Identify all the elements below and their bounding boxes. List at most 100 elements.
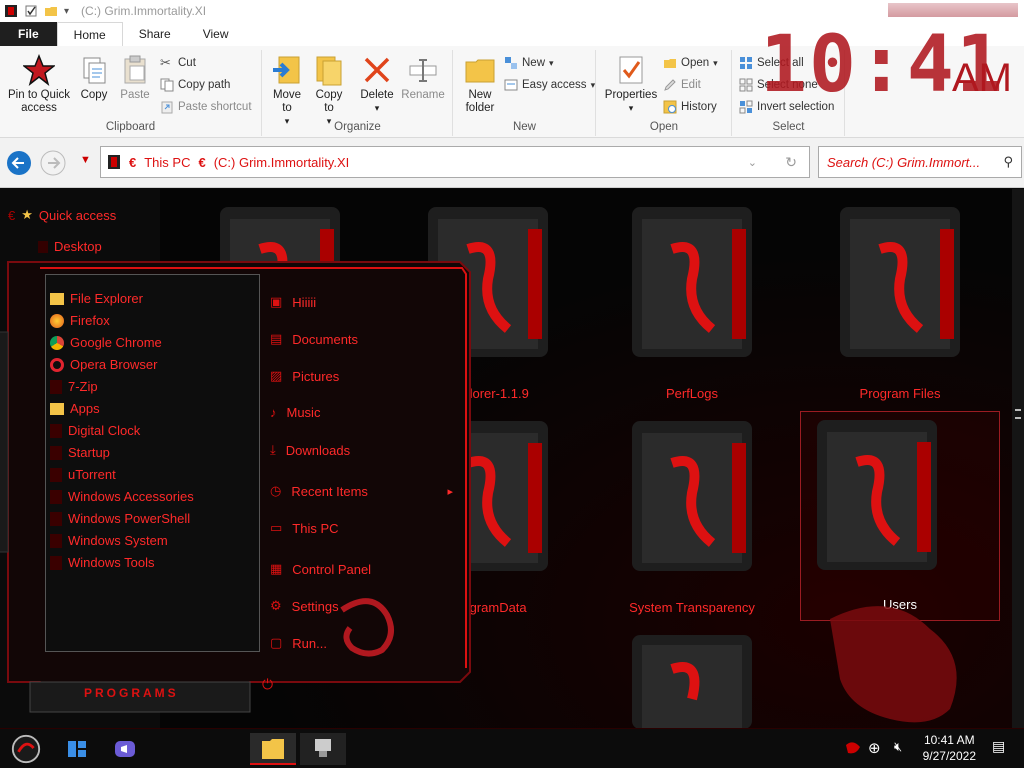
new-item-button[interactable]: New ▾: [504, 56, 554, 70]
new-folder-icon[interactable]: [44, 4, 58, 18]
link-downloads[interactable]: ⤓ Downloads: [270, 442, 350, 458]
taskbar-file-explorer[interactable]: [250, 733, 296, 765]
link-run[interactable]: ▢ Run...: [270, 635, 327, 651]
taskbar-date: 9/27/2022: [922, 749, 976, 763]
refresh-icon[interactable]: ↻: [785, 154, 797, 171]
program-firefox[interactable]: Firefox: [50, 313, 110, 328]
download-arrow-icon: ⤓: [270, 442, 276, 457]
vertical-scrollbar[interactable]: [1012, 189, 1024, 729]
link-documents[interactable]: ▤ Documents: [270, 331, 358, 347]
move-to-button[interactable]: Move to ▾: [269, 54, 305, 128]
paste-icon: [124, 55, 146, 84]
scrollbar-thumb[interactable]: [1015, 409, 1021, 419]
folder-item-program-files[interactable]: Program Files: [800, 199, 1000, 409]
program-apps[interactable]: Apps: [50, 401, 100, 416]
copy-path-icon: [160, 78, 174, 92]
globe-network-icon[interactable]: ⊕: [868, 739, 881, 768]
program-startup[interactable]: Startup: [50, 445, 110, 460]
program-opera-browser[interactable]: Opera Browser: [50, 357, 157, 372]
properties-check-icon[interactable]: [24, 4, 38, 18]
folder-item-system-transparency[interactable]: System Transparency: [592, 413, 792, 623]
quick-access-toolbar: ▾: [0, 4, 69, 18]
tray-dragon-icon[interactable]: [840, 733, 866, 765]
recent-locations-chevron-icon[interactable]: ▼: [80, 154, 91, 166]
pin-quick-access-button[interactable]: Pin to Quick access: [4, 54, 74, 115]
link-user-folder[interactable]: ▣ Hiiiii: [270, 294, 316, 310]
programs-button-label[interactable]: PROGRAMS: [84, 686, 179, 700]
link-control-panel[interactable]: ▦ Control Panel: [270, 561, 371, 577]
program-google-chrome[interactable]: Google Chrome: [50, 335, 162, 350]
folder-item-perflogs[interactable]: PerfLogs: [592, 199, 792, 409]
properties-button[interactable]: Properties ▾: [603, 54, 659, 115]
select-none-button[interactable]: Select none: [739, 78, 818, 92]
address-bar[interactable]: € This PC € (C:) Grim.Immortality.XI ⌄ ↻: [100, 146, 810, 178]
folder-icon: [50, 292, 64, 305]
program-folder-icon: [50, 511, 62, 526]
open-button[interactable]: Open ▾: [663, 56, 718, 70]
taskbar-app[interactable]: [300, 733, 346, 765]
copy-path-button[interactable]: Copy path: [160, 78, 230, 92]
tab-share[interactable]: Share: [123, 22, 187, 46]
cut-button[interactable]: ✂ Cut: [160, 56, 196, 70]
history-button[interactable]: History: [663, 100, 717, 114]
link-music[interactable]: ♪ Music: [270, 405, 320, 420]
program-windows-system[interactable]: Windows System: [50, 533, 168, 548]
paste-shortcut-button[interactable]: Paste shortcut: [160, 100, 252, 114]
link-settings[interactable]: ⚙ Settings: [270, 598, 339, 614]
submenu-arrow-icon[interactable]: ▸: [447, 485, 453, 498]
start-button-icon[interactable]: [6, 733, 46, 765]
folder-item[interactable]: [592, 629, 792, 729]
link-pictures[interactable]: ▨ Pictures: [270, 368, 339, 384]
new-folder-button[interactable]: New folder: [460, 54, 500, 115]
invert-selection-button[interactable]: Invert selection: [739, 100, 834, 114]
paste-button[interactable]: Paste: [116, 54, 154, 102]
nav-quick-access[interactable]: € ★ Quick access: [8, 207, 116, 223]
edit-button[interactable]: Edit: [663, 78, 701, 92]
breadcrumb-this-pc[interactable]: This PC: [144, 155, 190, 170]
copy-button[interactable]: Copy: [76, 54, 112, 102]
delete-button[interactable]: Delete ▾: [359, 54, 395, 115]
program-folder-icon: [50, 445, 62, 460]
folder-label: Program Files: [859, 386, 941, 401]
easy-access-button[interactable]: Easy access ▾: [504, 78, 595, 92]
customize-quick-access-icon[interactable]: ▾: [64, 6, 69, 17]
program-windows-powershell[interactable]: Windows PowerShell: [50, 511, 190, 526]
program-utorrent[interactable]: uTorrent: [50, 467, 116, 482]
dragon-folder-icon: [632, 207, 752, 357]
chat-icon[interactable]: [110, 733, 140, 765]
open-folder-icon: [664, 59, 676, 68]
power-icon[interactable]: ⏻: [262, 676, 273, 693]
dragon-folder-icon: [632, 421, 752, 571]
clock-icon: ◷: [270, 483, 282, 498]
search-icon: ⚲: [1003, 154, 1013, 169]
edit-pencil-icon: [664, 79, 676, 91]
program-windows-accessories[interactable]: Windows Accessories: [50, 489, 194, 504]
link-recent-items[interactable]: ◷ Recent Items: [270, 483, 368, 499]
app-icon[interactable]: [4, 4, 18, 18]
copy-to-button[interactable]: Copy to ▾: [311, 54, 347, 128]
rename-button[interactable]: Rename: [401, 54, 445, 102]
link-this-pc[interactable]: ▭ This PC: [270, 520, 339, 536]
notifications-icon[interactable]: ▤: [992, 738, 1005, 768]
program-windows-tools[interactable]: Windows Tools: [50, 555, 154, 570]
apps-grid-icon: [50, 402, 64, 415]
breadcrumb-drive[interactable]: (C:) Grim.Immortality.XI: [214, 155, 350, 170]
window-controls-area: [888, 3, 1018, 17]
forward-arrow-icon[interactable]: [40, 150, 66, 176]
task-view-icon[interactable]: [62, 733, 92, 765]
program-digital-clock[interactable]: Digital Clock: [50, 423, 140, 438]
tab-file[interactable]: File: [0, 22, 57, 46]
program-file-explorer[interactable]: File Explorer: [50, 291, 143, 306]
tab-home[interactable]: Home: [56, 22, 123, 46]
address-dropdown-icon[interactable]: ⌄: [748, 156, 757, 169]
select-all-button[interactable]: Select all: [739, 56, 804, 70]
properties-icon: [619, 56, 643, 84]
expand-chevron-icon[interactable]: €: [8, 208, 15, 223]
volume-muted-icon[interactable]: 🔇︎: [894, 739, 902, 768]
back-arrow-icon[interactable]: [6, 150, 32, 176]
taskbar-clock[interactable]: 10:41 AM 9/27/2022: [923, 732, 976, 764]
scissors-icon: ✂: [160, 55, 171, 70]
tab-view[interactable]: View: [187, 22, 245, 46]
search-input[interactable]: Search (C:) Grim.Immort... ⚲: [818, 146, 1022, 178]
program-7zip[interactable]: 7-Zip: [50, 379, 98, 394]
